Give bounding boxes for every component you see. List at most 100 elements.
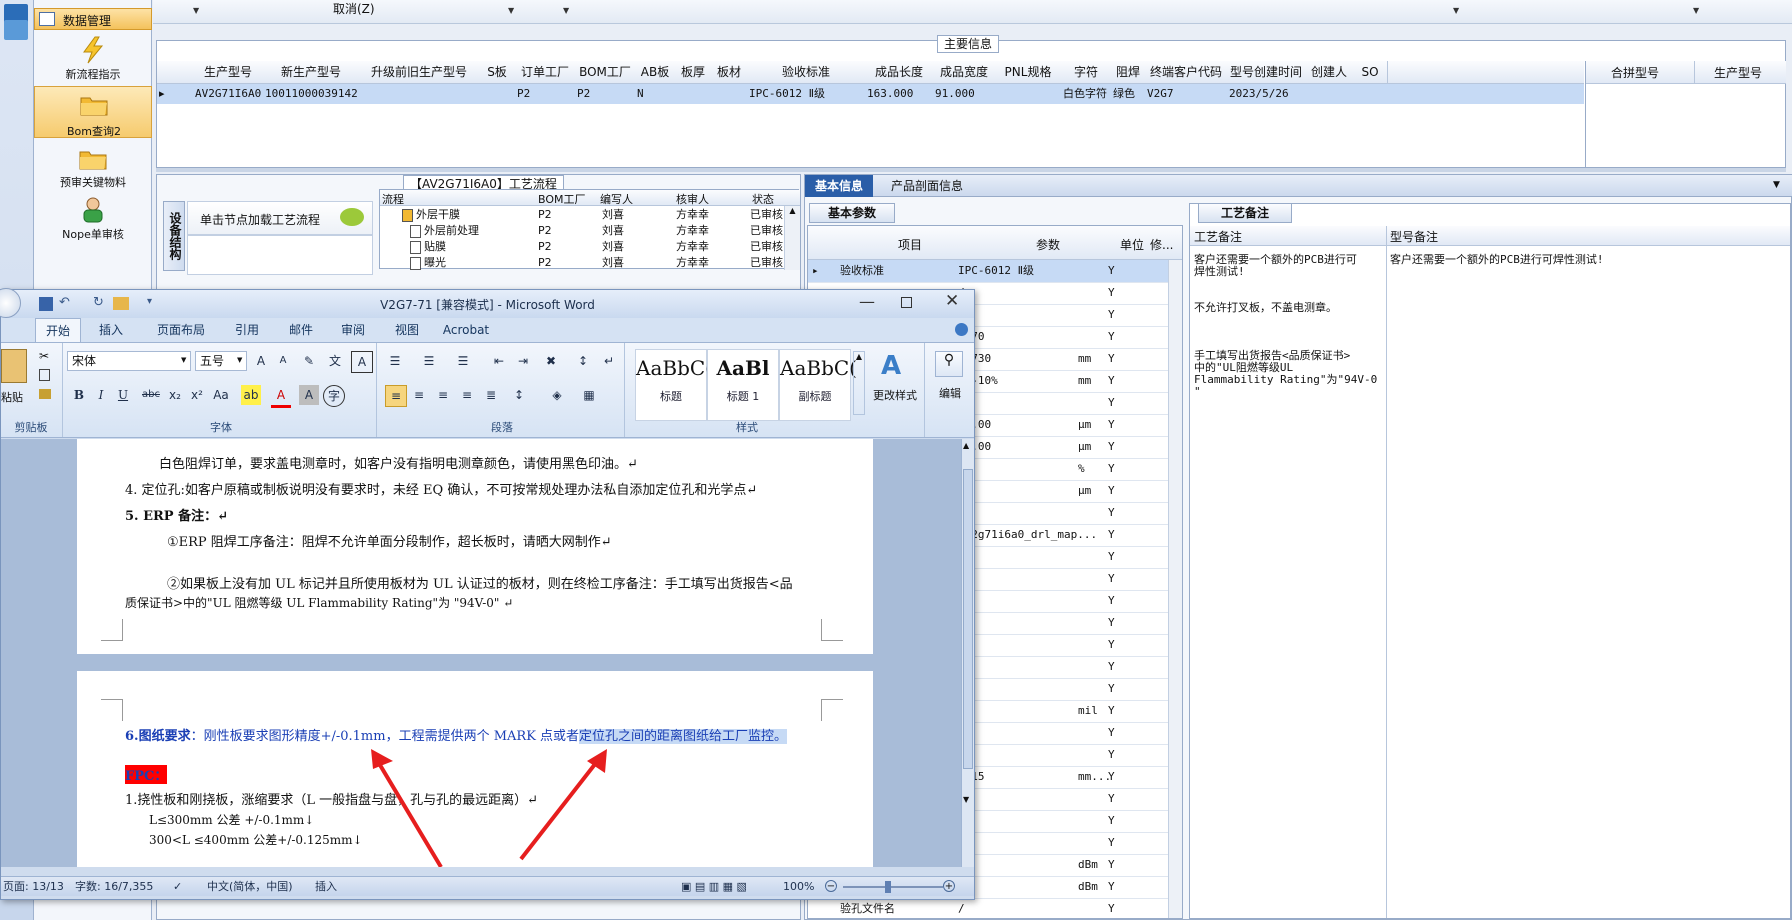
align-left-icon[interactable]: ≡: [385, 385, 407, 407]
tree-col-header[interactable]: 核审人: [676, 191, 709, 207]
table-row[interactable]: 验孔文件名 / Y: [808, 898, 1168, 918]
remark-tab[interactable]: 工艺备注: [1198, 203, 1292, 223]
scroll-up-icon[interactable]: ▲: [963, 441, 969, 450]
binoculars-icon[interactable]: ⚲: [935, 351, 963, 377]
ribbon-tab[interactable]: 审阅: [331, 318, 375, 342]
nav-item-prereview-material[interactable]: 预审关键物料: [34, 144, 152, 190]
justify-icon[interactable]: ≡: [457, 385, 477, 405]
styles-scroll[interactable]: ▲: [853, 351, 865, 415]
document-scrollbar[interactable]: ▲ ▼: [961, 439, 974, 867]
change-styles-icon[interactable]: A: [881, 351, 901, 381]
multilevel-icon[interactable]: ☰: [453, 351, 473, 371]
bold-icon[interactable]: B: [69, 385, 89, 405]
model-remark-text[interactable]: 客户还需要一个额外的PCB进行可焊性测试!: [1390, 254, 1770, 266]
char-shading-icon[interactable]: A: [299, 385, 319, 405]
ribbon-tab[interactable]: Acrobat: [433, 318, 499, 342]
enclose-char-icon[interactable]: 字: [323, 385, 345, 407]
nav-item-new-process[interactable]: 新流程指示: [34, 36, 152, 82]
decrease-indent-icon[interactable]: ⇤: [489, 351, 509, 371]
ribbon-tab[interactable]: 引用: [225, 318, 269, 342]
column-header[interactable]: 板厚: [675, 61, 712, 83]
ribbon-tab[interactable]: 插入: [89, 318, 133, 342]
column-header[interactable]: 生产型号: [193, 61, 264, 83]
subscript-icon[interactable]: x₂: [165, 385, 185, 405]
font-color-icon[interactable]: A: [271, 385, 291, 408]
chevron-down-icon[interactable]: ▼: [237, 356, 242, 364]
param-col-header[interactable]: 单位: [1120, 236, 1144, 253]
column-header[interactable]: 成品宽度: [933, 61, 996, 83]
scrollbar[interactable]: ▲: [784, 206, 800, 270]
paste-button[interactable]: 粘贴: [1, 389, 23, 405]
bullets-icon[interactable]: ☰: [385, 351, 405, 371]
zoom-slider[interactable]: [843, 886, 943, 888]
zoom-in-button[interactable]: +: [943, 880, 955, 892]
tree-col-header[interactable]: 状态: [752, 191, 774, 207]
merge-col-header[interactable]: 生产型号: [1714, 64, 1762, 81]
column-header[interactable]: 型号创建时间: [1227, 61, 1306, 83]
copy-icon[interactable]: [39, 369, 50, 381]
cut-icon[interactable]: ✂: [39, 349, 49, 363]
splitter[interactable]: [156, 168, 1786, 172]
tab-product-section[interactable]: 产品剖面信息: [877, 175, 977, 197]
font-name-select[interactable]: 宋体: [67, 351, 191, 371]
superscript-icon[interactable]: x²: [187, 385, 207, 405]
nav-item-data-management[interactable]: 数据管理: [34, 8, 152, 30]
style-heading-1[interactable]: AaBl 标题 1: [707, 349, 779, 421]
align-right-icon[interactable]: ≡: [433, 385, 453, 405]
column-header[interactable]: PNL规格: [995, 61, 1062, 83]
chevron-down-icon[interactable]: ▼: [1453, 6, 1459, 15]
chevron-down-icon[interactable]: ▼: [1693, 6, 1699, 15]
column-header[interactable]: 成品长度: [865, 61, 934, 83]
format-painter-icon[interactable]: [39, 389, 51, 399]
clear-format-icon[interactable]: ✎: [299, 351, 319, 371]
column-header[interactable]: SO: [1353, 61, 1388, 83]
nav-item-nope-review[interactable]: Nope单审核: [34, 196, 152, 242]
tree-col-header[interactable]: 编写人: [600, 191, 633, 207]
ribbon-tab[interactable]: 邮件: [279, 318, 323, 342]
change-case-icon[interactable]: Aa: [211, 385, 231, 405]
subtab-basic-params[interactable]: 基本参数: [809, 203, 895, 223]
minimize-button[interactable]: —: [859, 292, 875, 311]
shrink-font-icon[interactable]: A: [273, 351, 293, 371]
underline-icon[interactable]: U: [113, 385, 133, 405]
zoom-out-button[interactable]: −: [825, 880, 837, 892]
style-subtitle[interactable]: AaBbC(副标题: [779, 349, 857, 421]
distribute-icon[interactable]: ≣: [481, 385, 501, 405]
column-header[interactable]: 终端客户代码: [1145, 61, 1228, 83]
column-header[interactable]: 板材: [711, 61, 748, 83]
phonetic-icon[interactable]: 文: [325, 351, 345, 371]
chinese-layout-icon[interactable]: ✖: [541, 351, 561, 371]
status-mode[interactable]: 插入: [315, 877, 337, 897]
column-header[interactable]: 新生产型号: [263, 61, 360, 83]
chevron-down-icon[interactable]: ▼: [563, 6, 569, 15]
ribbon-tab[interactable]: 开始: [35, 318, 81, 343]
column-header[interactable]: 升级前旧生产型号: [359, 61, 480, 83]
calendar-icon[interactable]: [4, 20, 28, 40]
close-button[interactable]: ✕: [945, 291, 959, 311]
chevron-down-icon[interactable]: ▼: [181, 356, 186, 364]
param-col-header[interactable]: 项目: [898, 236, 922, 253]
maximize-button[interactable]: [901, 297, 912, 308]
scroll-down-icon[interactable]: ▼: [963, 795, 969, 804]
status-language[interactable]: 中文(简体，中国): [207, 877, 293, 897]
ribbon-tab[interactable]: 页面布局: [141, 318, 221, 342]
tree-col-header[interactable]: 流程: [382, 191, 404, 207]
tree-row[interactable]: 曝光 P2 刘喜 方幸幸 已审核: [380, 254, 784, 270]
scrollbar[interactable]: [1168, 260, 1182, 918]
border-char-icon[interactable]: A: [351, 351, 373, 373]
strikethrough-icon[interactable]: abc: [141, 385, 161, 405]
style-title[interactable]: AaBbC(标题: [635, 349, 713, 421]
show-marks-icon[interactable]: ↵: [599, 351, 619, 371]
table-row[interactable]: ▸ 验收标准 IPC-6012 Ⅱ级 Y: [808, 260, 1168, 283]
highlight-icon[interactable]: ab: [241, 385, 261, 405]
status-page[interactable]: 页面: 13/13: [3, 877, 64, 897]
column-header[interactable]: AB板: [635, 61, 676, 83]
ribbon-tab[interactable]: 视图: [385, 318, 429, 342]
spell-check-icon[interactable]: ✓: [173, 877, 182, 897]
chevron-down-icon[interactable]: ▼: [508, 6, 514, 15]
process-remark-text[interactable]: 客户还需要一个额外的PCB进行可 焊性测试! 不允许打叉板，不盖电测章。 手工填写出货…: [1194, 254, 1380, 894]
zoom-slider-thumb[interactable]: [885, 881, 891, 893]
remark-col-header[interactable]: 工艺备注: [1194, 228, 1242, 245]
column-header[interactable]: S板: [479, 61, 516, 83]
tree-col-header[interactable]: BOM工厂: [538, 191, 586, 207]
